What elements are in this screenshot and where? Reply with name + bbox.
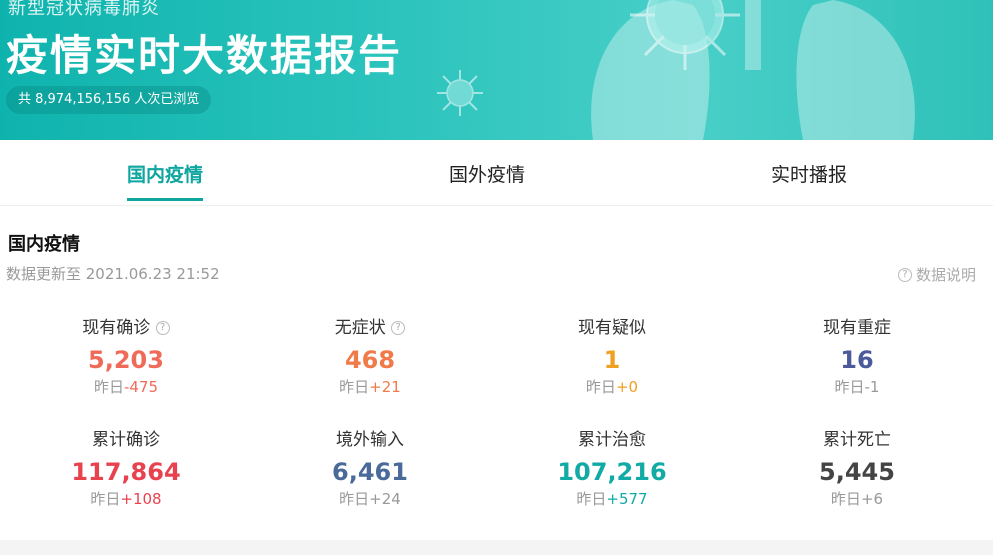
stat-total-recovered: 累计治愈 107,216 昨日+577	[492, 428, 732, 510]
stat-label: 现有确诊 ?	[6, 316, 246, 340]
stat-value: 6,461	[332, 458, 408, 486]
stat-value: 16	[840, 346, 874, 374]
stat-total-deaths: 累计死亡 5,445 昨日+6	[737, 428, 977, 510]
stat-value: 117,864	[71, 458, 181, 486]
stat-imported: 境外输入 6,461 昨日+24	[250, 428, 490, 510]
page-title: 疫情实时大数据报告	[6, 31, 403, 80]
banner: 新型冠状病毒肺炎 疫情实时大数据报告 共 8,974,156,156 人次已浏览	[0, 0, 993, 140]
stat-current-suspected: 现有疑似 1 昨日+0	[492, 316, 732, 398]
virus-icon	[437, 70, 483, 116]
stat-delta: 昨日+0	[585, 378, 639, 396]
tab-live-feed[interactable]: 实时播报	[771, 160, 847, 200]
stat-delta: 昨日+108	[90, 490, 162, 508]
view-count-badge: 共 8,974,156,156 人次已浏览	[6, 86, 212, 114]
data-note-label: 数据说明	[915, 266, 976, 284]
tab-overseas[interactable]: 国外疫情	[449, 160, 525, 200]
footer-divider	[0, 540, 993, 555]
stat-total-confirmed: 累计确诊 117,864 昨日+108	[6, 428, 246, 510]
stat-delta: 昨日-475	[93, 378, 159, 396]
stat-current-confirmed: 现有确诊 ? 5,203 昨日-475	[6, 316, 246, 398]
stat-label: 累计确诊	[92, 430, 160, 450]
stat-value: 5,445	[819, 458, 895, 486]
stat-label: 境外输入	[336, 430, 404, 450]
stat-label: 累计死亡	[823, 430, 891, 450]
stat-value: 1	[603, 346, 621, 374]
question-circle-icon[interactable]: ?	[391, 321, 406, 335]
stat-current-severe: 现有重症 16 昨日-1	[737, 316, 977, 398]
stat-delta: 昨日+577	[576, 490, 648, 508]
stat-label: 现有疑似	[578, 318, 646, 338]
stat-value: 107,216	[557, 458, 667, 486]
data-note-link[interactable]: ? 数据说明	[897, 264, 976, 285]
section-title: 国内疫情	[8, 234, 80, 255]
stat-value: 468	[344, 346, 396, 374]
stat-delta: 昨日+24	[339, 490, 401, 508]
tab-domestic[interactable]: 国内疫情	[127, 160, 204, 201]
stat-label: 累计治愈	[578, 430, 646, 450]
stat-label: 无症状 ?	[250, 316, 490, 340]
stat-delta: 昨日+6	[830, 490, 884, 508]
stat-delta: 昨日-1	[834, 378, 880, 396]
stat-label: 现有重症	[823, 318, 891, 338]
stat-asymptomatic: 无症状 ? 468 昨日+21	[250, 316, 490, 398]
update-timestamp: 数据更新至 2021.06.23 21:52	[6, 265, 220, 283]
question-circle-icon[interactable]: ?	[155, 321, 170, 335]
question-circle-icon: ?	[897, 267, 912, 282]
tab-bar: 国内疫情 国外疫情 实时播报	[0, 140, 993, 206]
stat-value: 5,203	[88, 346, 164, 374]
banner-subtitle: 新型冠状病毒肺炎	[8, 0, 160, 19]
virus-icon	[630, 0, 740, 70]
stat-delta: 昨日+21	[339, 378, 401, 396]
